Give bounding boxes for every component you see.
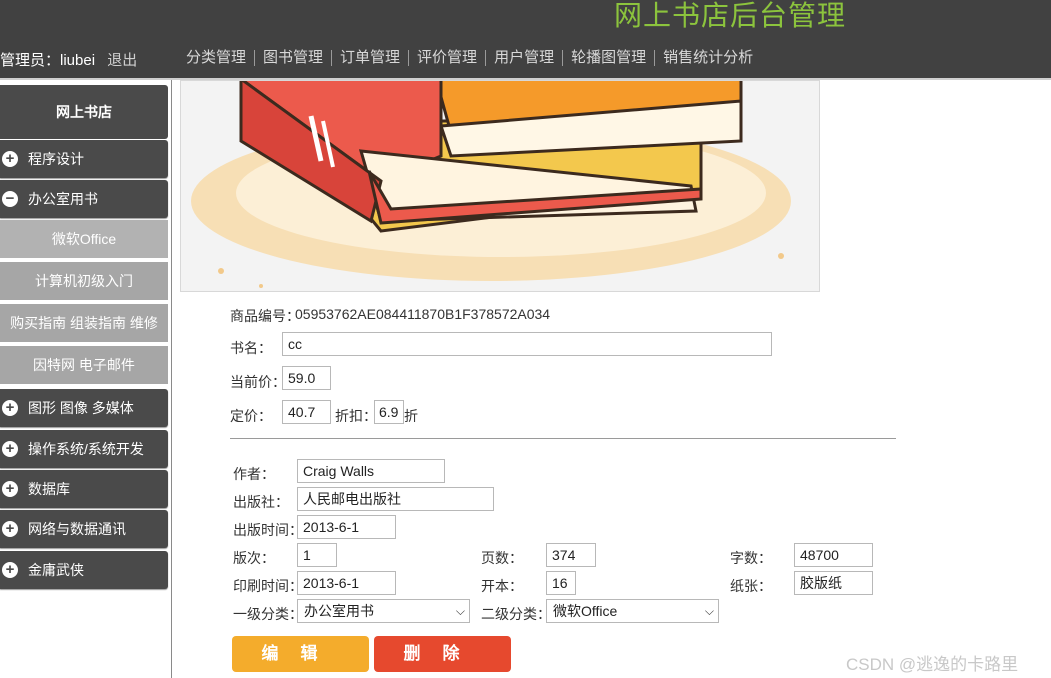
paper-field[interactable]: 胶版纸	[794, 571, 873, 595]
section-divider	[230, 438, 896, 439]
discount-label: 折扣：	[335, 408, 377, 424]
sidebar-item-graphics[interactable]: + 图形 图像 多媒体	[0, 389, 168, 427]
sidebar-item-label: 程序设计	[28, 151, 84, 167]
delete-button[interactable]: 删除	[374, 636, 511, 672]
print-date-field[interactable]: 2013-6-1	[297, 571, 396, 595]
sidebar-item-label: 金庸武侠	[28, 562, 84, 578]
sidebar-item-wuxia[interactable]: + 金庸武侠	[0, 551, 168, 589]
category1-selected: 办公室用书	[304, 603, 374, 619]
pages-label: 页数：	[481, 550, 523, 566]
sidebar-subitem-internet-email[interactable]: 因特网 电子邮件	[0, 346, 168, 384]
sidebar-border	[171, 80, 172, 678]
word-count-label: 字数：	[730, 550, 772, 566]
sidebar-title: 网上书店	[0, 85, 168, 139]
product-id-value: 05953762AE084411870B1F378572A034	[295, 306, 551, 322]
book-cover-image	[180, 80, 820, 292]
book-name-label: 书名：	[230, 340, 272, 356]
top-nav: 分类管理 图书管理 订单管理 评价管理 用户管理 轮播图管理 销售统计分析	[178, 49, 761, 67]
word-count-field[interactable]: 48700	[794, 543, 873, 567]
sidebar-subitem-computer-basics[interactable]: 计算机初级入门	[0, 262, 168, 300]
minus-circle-icon: −	[2, 191, 18, 207]
watermark: CSDN @逃逸的卡路里	[846, 655, 1019, 674]
nav-category-management[interactable]: 分类管理	[178, 49, 254, 67]
book-illustration	[191, 81, 791, 288]
plus-circle-icon: +	[2, 481, 18, 497]
category2-label: 二级分类：	[481, 606, 551, 622]
pages-field[interactable]: 374	[546, 543, 596, 567]
sidebar-item-label: 图形 图像 多媒体	[28, 400, 134, 416]
plus-circle-icon: +	[2, 151, 18, 167]
paper-label: 纸张：	[730, 578, 772, 594]
sidebar-item-label: 数据库	[28, 481, 70, 497]
list-price-field[interactable]: 40.7	[282, 400, 331, 424]
nav-carousel-management[interactable]: 轮播图管理	[563, 49, 654, 67]
publisher-field[interactable]: 人民邮电出版社	[297, 487, 494, 511]
edition-label: 版次：	[233, 550, 275, 566]
current-price-field[interactable]: 59.0	[282, 366, 331, 390]
sidebar-item-label: 操作系统/系统开发	[28, 441, 144, 457]
nav-book-management[interactable]: 图书管理	[255, 49, 331, 67]
nav-user-management[interactable]: 用户管理	[486, 49, 562, 67]
format-label: 开本：	[481, 578, 523, 594]
sidebar-item-os[interactable]: + 操作系统/系统开发	[0, 430, 168, 468]
publish-date-label: 出版时间：	[233, 522, 303, 538]
category2-select[interactable]: 微软Office ⌵	[546, 599, 719, 623]
admin-info: 管理员：liubei 退出	[0, 49, 137, 70]
category2-selected: 微软Office	[553, 603, 618, 619]
site-title: 网上书店后台管理	[614, 0, 847, 32]
current-price-label: 当前价：	[230, 374, 286, 390]
author-field[interactable]: Craig Walls	[297, 459, 445, 483]
print-date-label: 印刷时间：	[233, 578, 303, 594]
sidebar-item-label: 办公室用书	[28, 191, 98, 207]
nav-sales-statistics[interactable]: 销售统计分析	[655, 49, 761, 67]
category-sidebar: 网上书店 + 程序设计 − 办公室用书 微软Office 计算机初级入门 购买指…	[0, 80, 172, 678]
category1-label: 一级分类：	[233, 606, 303, 622]
chevron-down-icon: ⌵	[704, 604, 714, 618]
discount-unit: 折	[404, 408, 418, 424]
plus-circle-icon: +	[2, 562, 18, 578]
author-label: 作者：	[233, 466, 275, 482]
logout-link[interactable]: 退出	[107, 52, 137, 69]
nav-order-management[interactable]: 订单管理	[332, 49, 408, 67]
list-price-label: 定价：	[230, 408, 272, 424]
format-field[interactable]: 16	[546, 571, 576, 595]
edition-field[interactable]: 1	[297, 543, 337, 567]
sidebar-subitem-ms-office[interactable]: 微软Office	[0, 220, 168, 258]
sidebar-subitem-buying-guide[interactable]: 购买指南 组装指南 维修	[0, 304, 168, 342]
sidebar-item-office[interactable]: − 办公室用书	[0, 180, 168, 218]
sidebar-item-database[interactable]: + 数据库	[0, 470, 168, 508]
product-id-label: 商品编号：	[230, 308, 300, 324]
edit-button[interactable]: 编辑	[232, 636, 369, 672]
plus-circle-icon: +	[2, 400, 18, 416]
plus-circle-icon: +	[2, 441, 18, 457]
category1-select[interactable]: 办公室用书 ⌵	[297, 599, 470, 623]
nav-review-management[interactable]: 评价管理	[409, 49, 485, 67]
book-name-field[interactable]: cc	[282, 332, 772, 356]
sidebar-item-programming[interactable]: + 程序设计	[0, 140, 168, 178]
top-header: 网上书店后台管理 管理员：liubei 退出 分类管理 图书管理 订单管理 评价…	[0, 0, 1051, 80]
sidebar-item-network[interactable]: + 网络与数据通讯	[0, 510, 168, 548]
chevron-down-icon: ⌵	[455, 604, 465, 618]
plus-circle-icon: +	[2, 521, 18, 537]
admin-user-label: 管理员：liubei	[0, 52, 96, 69]
discount-field[interactable]: 6.9	[374, 400, 404, 424]
publish-date-field[interactable]: 2013-6-1	[297, 515, 396, 539]
sidebar-item-label: 网络与数据通讯	[28, 521, 126, 537]
publisher-label: 出版社：	[233, 494, 289, 510]
